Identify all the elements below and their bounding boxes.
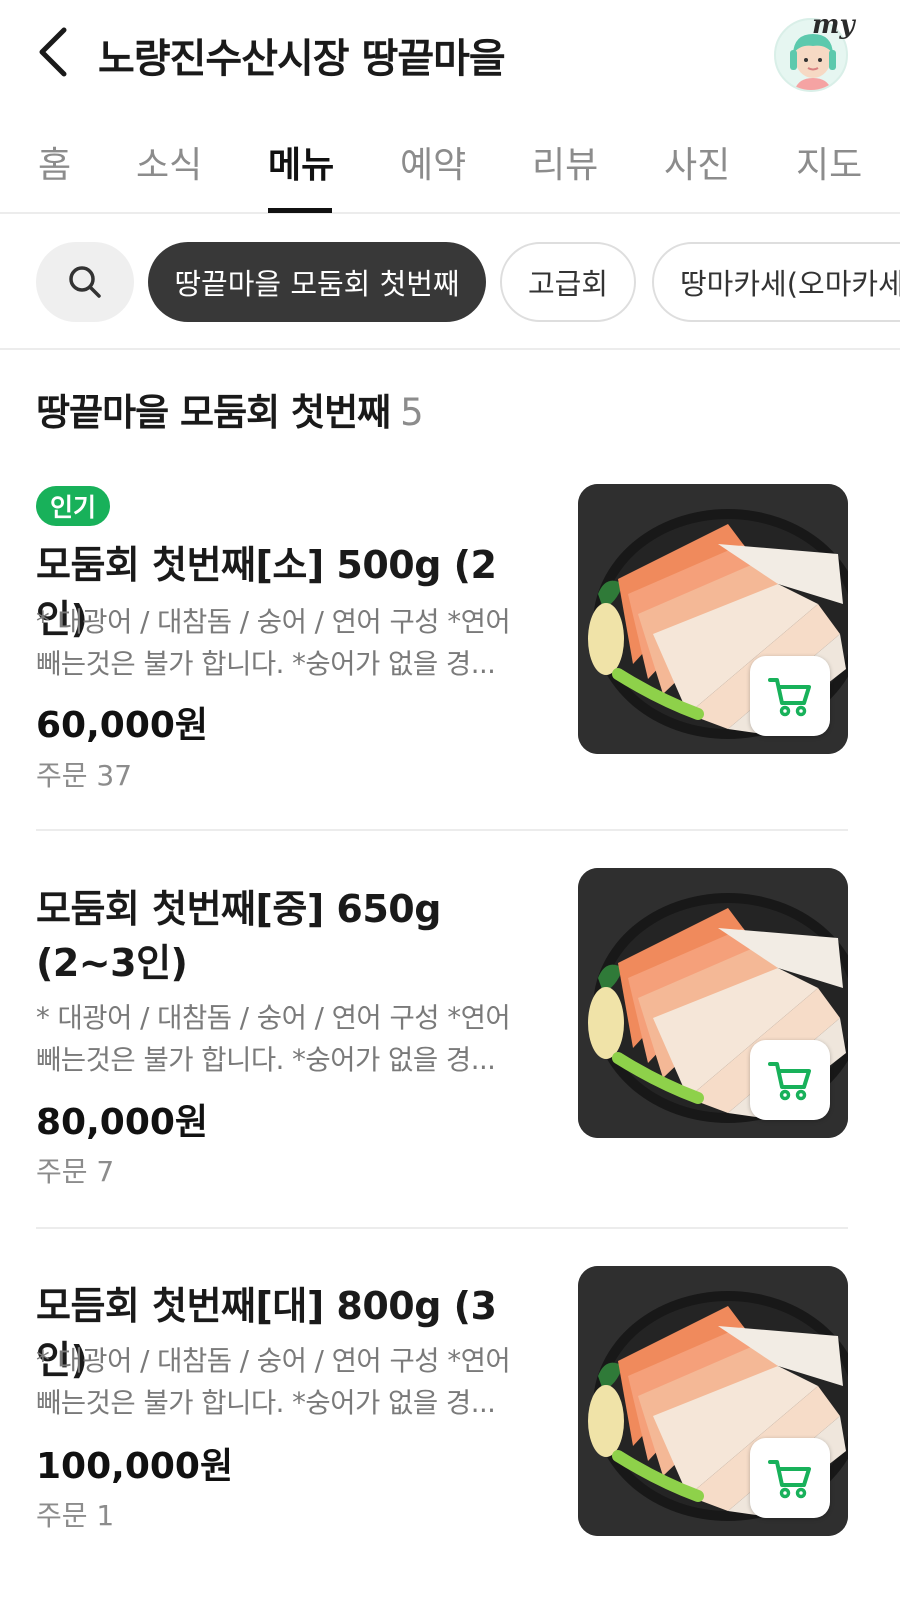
add-to-cart-button[interactable] [750,656,830,736]
cart-icon [766,1056,814,1104]
menu-item-image[interactable] [578,484,848,754]
tab-reviews[interactable]: 리뷰 [532,136,598,188]
chevron-left-icon [39,27,67,77]
menu-item-image[interactable] [578,1266,848,1536]
active-tab-indicator [268,208,332,213]
menu-item-order-count: 주문 37 [36,759,133,792]
chip-premium-sashimi[interactable]: 고급회 [500,242,636,322]
chip-platter-first[interactable]: 땅끝마을 모둠회 첫번째 [148,242,486,322]
page-title: 노량진수산시장 땅끝마을 [98,36,506,82]
section-heading: 땅끝마을 모둠회 첫번째 5 [36,382,424,436]
section-count: 5 [400,391,424,434]
section-title-text: 땅끝마을 모둠회 첫번째 [36,391,391,434]
menu-item-description: * 대광어 / 대참돔 / 숭어 / 연어 구성 *연어 빼는것은 불가 합니다… [36,1002,511,1076]
add-to-cart-button[interactable] [750,1438,830,1518]
top-bar: 노량진수산시장 땅끝마을 my [0,0,900,106]
menu-item-name: 모둠회 첫번째[중] 650g (2~3인) [36,887,441,985]
tab-bar: 홈 소식 메뉴 예약 리뷰 사진 지도 [0,106,900,214]
cart-icon [766,1454,814,1502]
menu-item-order-count: 주문 1 [36,1499,115,1532]
menu-search-button[interactable] [36,242,134,322]
divider [36,1227,848,1229]
menu-item-order-count: 주문 7 [36,1155,115,1188]
divider [36,829,848,831]
cart-icon [766,672,814,720]
tab-home[interactable]: 홈 [38,136,71,188]
tab-map[interactable]: 지도 [796,136,862,188]
menu-item-price: 80,000원 [36,1102,209,1143]
tab-reservation[interactable]: 예약 [400,136,466,188]
category-chip-row: 땅끝마을 모둠회 첫번째 고급회 땅마카세(오마카세 [0,214,900,350]
menu-item-price: 60,000원 [36,705,209,746]
chip-omakase[interactable]: 땅마카세(오마카세 [652,242,900,322]
menu-item-description: * 대광어 / 대참돔 / 숭어 / 연어 구성 *연어 빼는것은 불가 합니다… [36,606,511,680]
tab-menu[interactable]: 메뉴 [268,136,334,188]
menu-item-price: 100,000원 [36,1446,234,1487]
search-icon [69,266,101,298]
add-to-cart-button[interactable] [750,1040,830,1120]
tab-news[interactable]: 소식 [136,136,202,188]
popular-badge: 인기 [36,486,111,526]
menu-item-image[interactable] [578,868,848,1138]
my-label: my [812,10,855,40]
back-button[interactable] [30,24,76,80]
menu-item-description: * 대광어 / 대참돔 / 숭어 / 연어 구성 *연어 빼는것은 불가 합니다… [36,1345,511,1419]
tab-photos[interactable]: 사진 [664,136,730,188]
my-profile-button[interactable]: my [772,10,855,94]
